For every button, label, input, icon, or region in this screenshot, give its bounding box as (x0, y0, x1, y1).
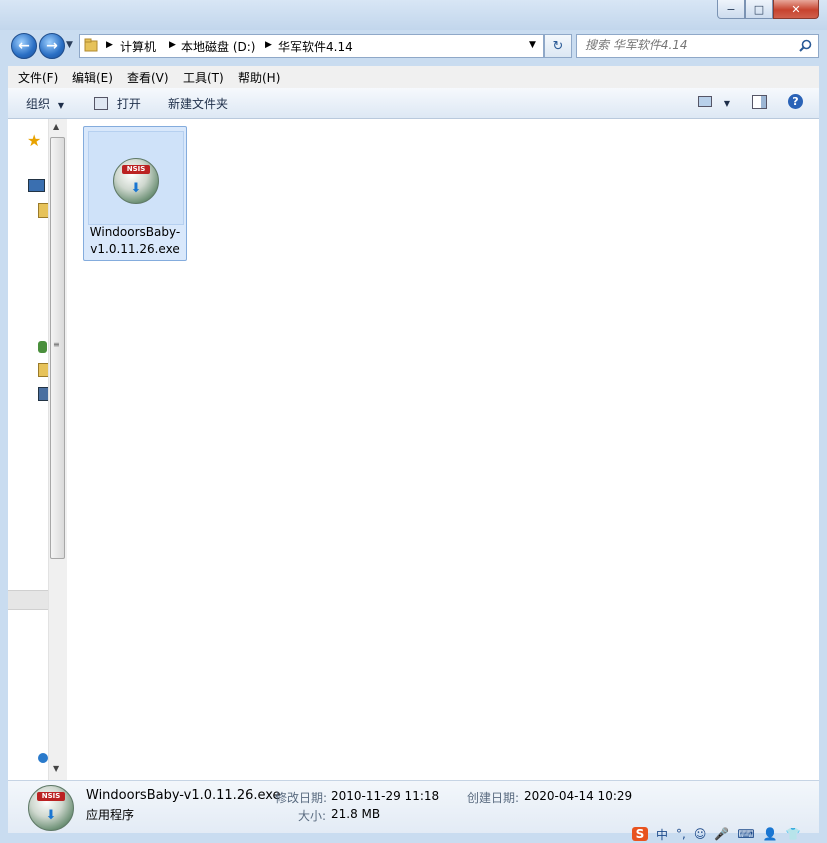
search-input[interactable] (585, 38, 785, 52)
close-button[interactable]: ✕ (773, 0, 819, 19)
folder-icon (84, 38, 98, 52)
address-dropdown-icon[interactable]: ▼ (529, 40, 536, 50)
menu-tools[interactable]: 工具(T) (183, 69, 224, 86)
back-arrow-icon: ← (18, 38, 30, 54)
menu-view[interactable]: 查看(V) (127, 69, 169, 86)
menu-file[interactable]: 文件(F) (18, 69, 58, 86)
pane-separator (8, 590, 48, 610)
maximize-button[interactable]: □ (745, 0, 773, 19)
details-icon-label: NSIS (37, 792, 65, 801)
organize-button[interactable]: 组织 ▼ (26, 95, 64, 112)
preview-pane-button[interactable] (752, 95, 767, 112)
created-label: 创建日期: (467, 791, 520, 805)
command-bar: 组织 ▼ 打开 新建文件夹 ▼ ? (8, 88, 819, 119)
file-name-line-1: WindoorsBaby- (89, 225, 181, 239)
details-installer-icon: NSIS ⬇ (28, 785, 74, 831)
preview-pane-icon (752, 95, 767, 109)
open-icon (94, 97, 108, 110)
open-button[interactable]: 打开 (94, 95, 141, 112)
search-box[interactable] (576, 34, 819, 58)
change-view-button[interactable]: ▼ (698, 95, 730, 109)
search-icon[interactable] (799, 39, 812, 52)
window-controls: − □ ✕ (717, 0, 819, 20)
globe-icon[interactable] (38, 753, 48, 763)
ime-punctuation-icon[interactable]: °, (676, 827, 686, 841)
homegroup-icon[interactable] (38, 341, 47, 353)
ime-user-icon[interactable]: 👤 (763, 827, 778, 841)
favorites-star-icon[interactable]: ★ (27, 131, 41, 150)
ime-keyboard-icon[interactable]: ⌨ (737, 827, 754, 841)
file-name: WindoorsBaby- v1.0.11.26.exe (84, 224, 186, 258)
scroll-down-arrow-icon[interactable]: ▼ (53, 764, 59, 773)
title-bar (0, 0, 827, 30)
installer-icon-label: NSIS (122, 165, 150, 174)
menu-edit[interactable]: 编辑(E) (72, 69, 113, 86)
scroll-up-arrow-icon[interactable]: ▲ (53, 122, 59, 131)
forward-button[interactable]: → (39, 33, 65, 59)
file-item[interactable]: NSIS ⬇ WindoorsBaby- v1.0.11.26.exe (83, 126, 187, 261)
file-thumbnail: NSIS ⬇ (88, 131, 184, 225)
chevron-down-icon: ▼ (723, 99, 730, 108)
breadcrumb-local-disk[interactable]: 本地磁盘 (D:) (181, 38, 255, 55)
navigation-pane: ★ (8, 119, 49, 780)
desktop-icon[interactable] (28, 179, 45, 192)
ime-voice-icon[interactable]: 🎤 (714, 827, 729, 841)
download-arrow-icon: ⬇ (45, 808, 57, 823)
sogou-logo-icon[interactable]: S (632, 827, 648, 841)
menu-help[interactable]: 帮助(H) (238, 69, 280, 86)
help-icon: ? (788, 94, 803, 109)
minimize-button[interactable]: − (717, 0, 745, 19)
forward-arrow-icon: → (46, 38, 58, 54)
created-value: 2020-04-14 10:29 (524, 789, 633, 803)
view-icon (698, 96, 712, 107)
menu-bar: 文件(F) 编辑(E) 查看(V) 工具(T) 帮助(H) (8, 66, 819, 88)
help-button[interactable]: ? (788, 94, 803, 109)
recent-pages-dropdown[interactable]: ▼ (66, 40, 73, 50)
modified-label: 修改日期: (275, 791, 328, 805)
thumb-grip-icon: ≡ (53, 340, 60, 349)
ime-toolbar: S 中 °, ☺ 🎤 ⌨ 👤 👕 (632, 826, 827, 842)
scrollbar-thumb[interactable]: ≡ (50, 137, 65, 559)
breadcrumb-separator-icon[interactable]: ▶ (169, 40, 176, 50)
ime-emoji-icon[interactable]: ☺ (694, 827, 707, 841)
download-arrow-icon: ⬇ (130, 181, 142, 196)
installer-icon: NSIS ⬇ (113, 158, 159, 204)
address-bar[interactable]: ▶ 计算机 ▶ 本地磁盘 (D:) ▶ 华军软件4.14 ▼ (79, 34, 544, 58)
refresh-icon: ↻ (552, 38, 564, 54)
details-file-type: 应用程序 (86, 808, 135, 822)
ime-skin-icon[interactable]: 👕 (786, 827, 801, 841)
breadcrumb-separator-icon[interactable]: ▶ (265, 40, 272, 50)
chevron-down-icon: ▼ (57, 101, 64, 110)
details-file-name: WindoorsBaby-v1.0.11.26.exe (86, 788, 281, 803)
size-label: 大小: (298, 809, 327, 823)
breadcrumb-separator-icon[interactable]: ▶ (106, 40, 113, 50)
back-button[interactable]: ← (11, 33, 37, 59)
file-name-line-2: v1.0.11.26.exe (90, 242, 180, 256)
ime-chinese-mode[interactable]: 中 (656, 826, 668, 843)
refresh-button[interactable]: ↻ (544, 34, 572, 58)
breadcrumb-current-folder[interactable]: 华军软件4.14 (278, 38, 353, 55)
size-value: 21.8 MB (331, 807, 381, 821)
new-folder-button[interactable]: 新建文件夹 (168, 95, 228, 112)
modified-value: 2010-11-29 11:18 (331, 789, 440, 803)
open-label: 打开 (116, 97, 141, 111)
organize-label: 组织 (26, 97, 51, 111)
breadcrumb-computer[interactable]: 计算机 (120, 38, 156, 55)
